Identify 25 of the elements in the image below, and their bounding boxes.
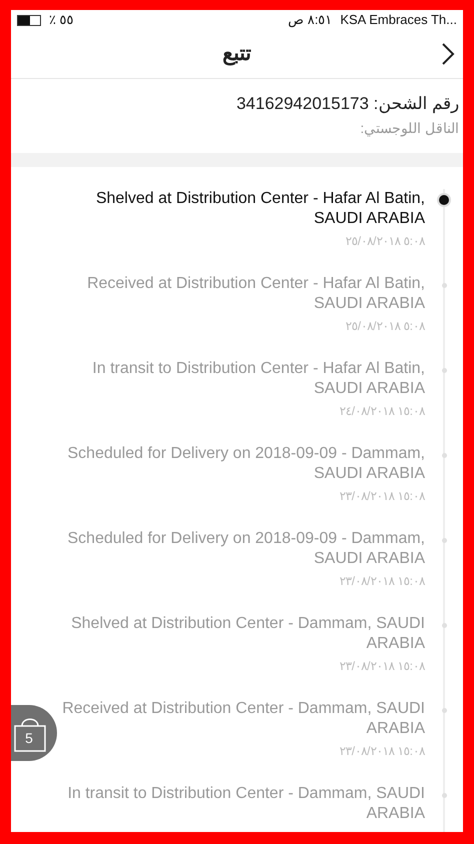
event-description: Scheduled for Delivery on 2018-09-09 - Dammam, SAUDI ARABIA [66,444,425,484]
cart-button[interactable]: 5 [11,705,57,761]
event-description: Received at Distribution Center - Hafar Al Batin, SAUDI ARABIA [86,274,425,314]
carrier-label: الناقل اللوجستي: [359,120,459,136]
event-description: In transit to Distribution Center - Hafar Al Batin, SAUDI ARABIA [91,359,425,399]
chevron-icon[interactable] [441,42,455,66]
event-description: In transit to Distribution Center - Dammam, SAUDI ARABIA [66,784,425,824]
event-time: ١٥:٠٨ ٢٣/٠٨/٢٠١٨ [340,744,425,758]
event-time: ١٥:٠٨ ٢٣/٠٨/٢٠١٨ [340,659,425,673]
event-time: ٥:٠٨ ٢٥/٠٨/٢٠١٨ [346,234,425,248]
event-description: Shelved at Distribution Center - Dammam, SAUDI ARABIA [70,614,425,654]
event-time: ١٥:٠٨ ٢٣/٠٨/٢٠١٨ [340,489,425,503]
carrier-name: KSA Embraces Th... [340,12,457,28]
event-time: ١٥:٠٨ ٢٤/٠٨/٢٠١٨ [340,404,425,418]
event-description: Received at Distribution Center - Dammam, SAUDI ARABIA [61,699,425,739]
clock: ٨:٥١ ص [288,12,332,28]
event-time: ٥:٠٨ ٢٥/٠٨/٢٠١٨ [346,319,425,333]
event-description: Scheduled for Delivery on 2018-09-09 - Dammam, SAUDI ARABIA [66,529,425,569]
shipment-number: رقم الشحن: 34162942015173 [235,93,459,114]
battery-percent: ٪ ٥٥ [49,12,74,28]
cart-count: 5 [25,730,33,746]
screen-title: تتبع [222,40,252,66]
battery-icon [17,14,41,26]
event-description: Shelved at Distribution Center - Hafar Al Batin, SAUDI ARABIA [94,189,425,229]
event-time: ١٥:٠٨ ٢٣/٠٨/٢٠١٨ [340,574,425,588]
